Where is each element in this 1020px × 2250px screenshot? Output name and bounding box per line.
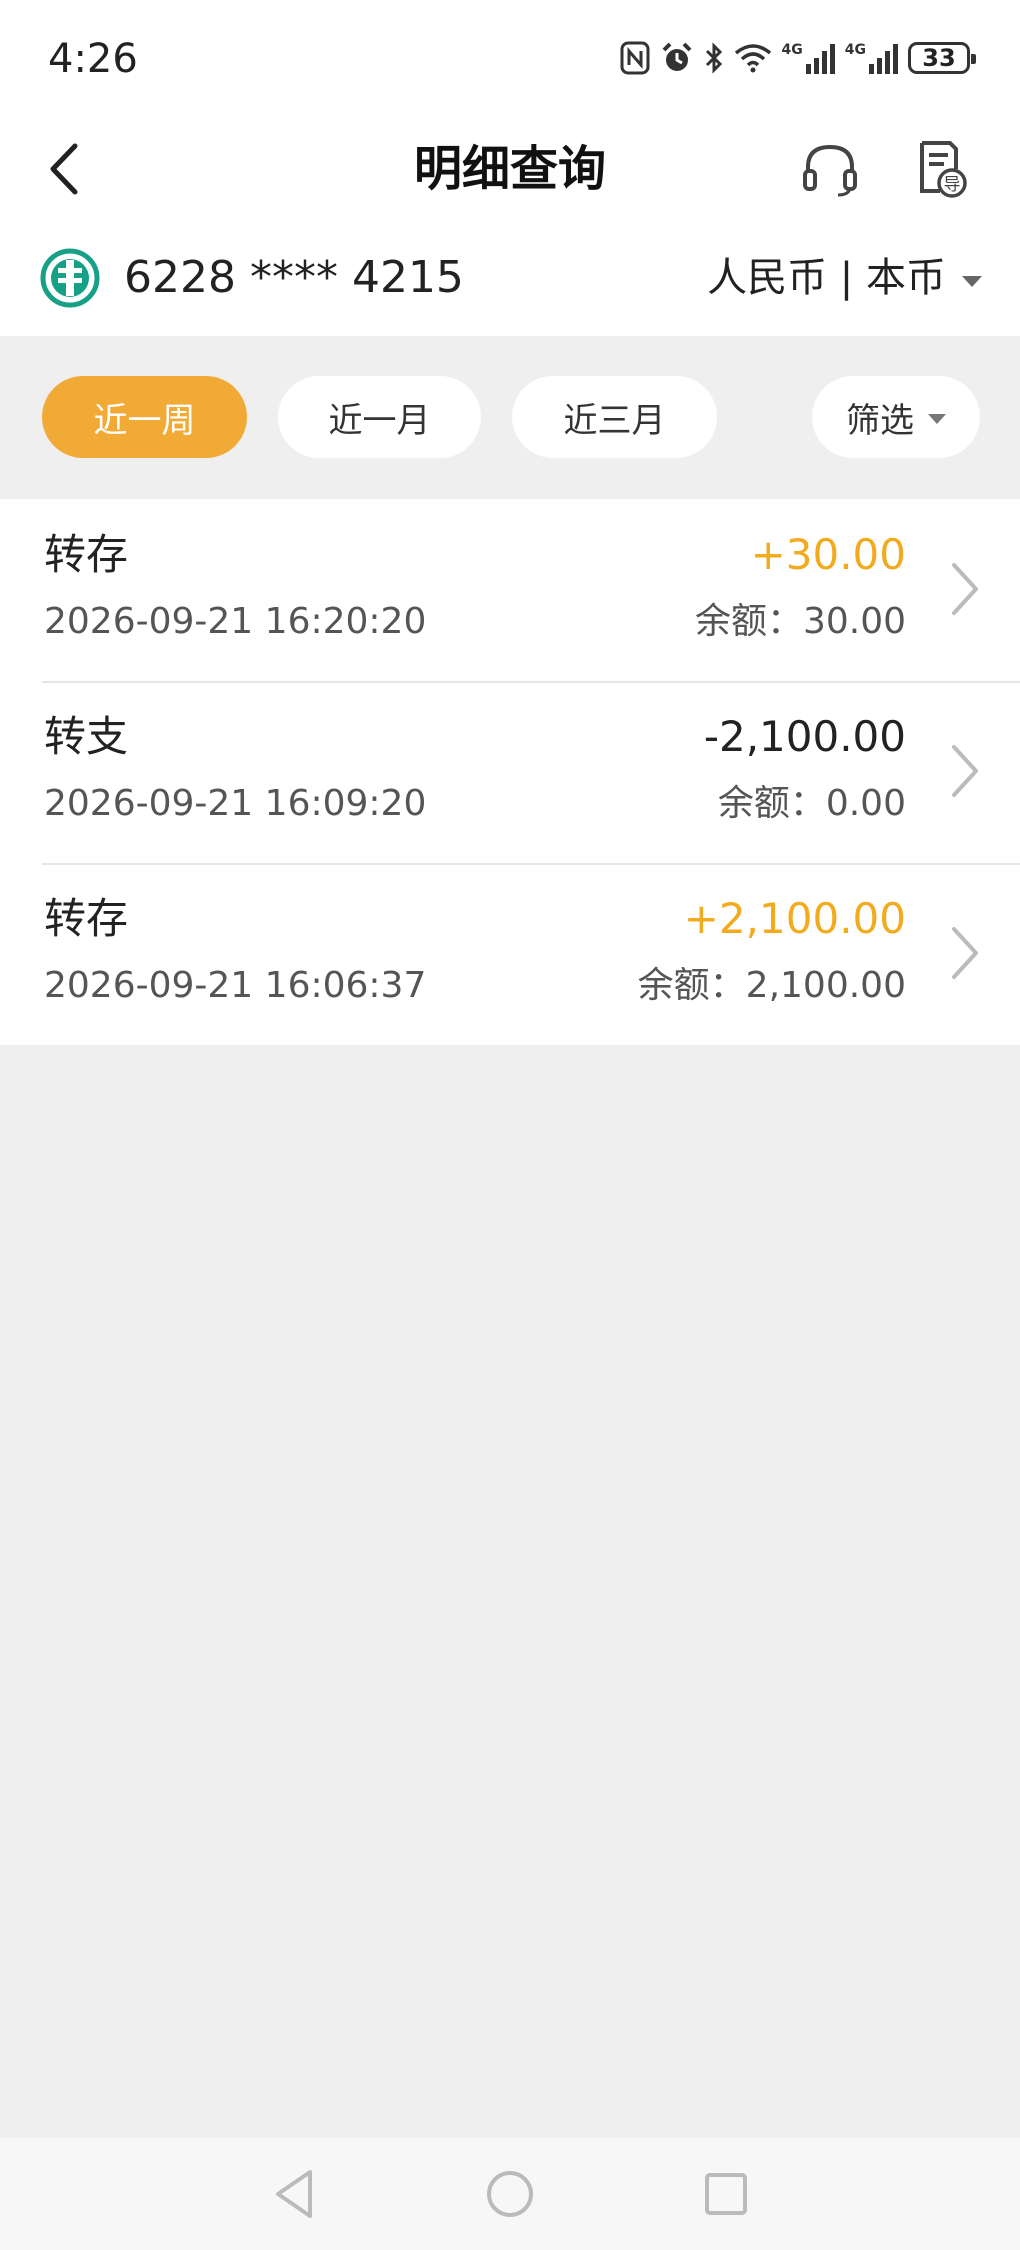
export-badge: 导 xyxy=(944,175,961,195)
customer-service-button[interactable] xyxy=(795,134,865,204)
nav-back-button[interactable] xyxy=(262,2162,326,2226)
caret-down-icon xyxy=(928,414,946,424)
signal-4g-icon: 4G xyxy=(782,42,835,74)
circle-home-icon xyxy=(487,2171,533,2217)
account-number: 6228 **** 4215 xyxy=(124,252,464,303)
filter-label: 筛选 xyxy=(846,400,914,441)
currency-label: 人民币 | 本币 xyxy=(707,255,946,301)
signal-4g-label: 4G xyxy=(844,42,866,58)
battery-icon: 33 xyxy=(908,42,976,74)
transaction-balance: 余额：30.00 xyxy=(694,601,906,642)
headset-icon xyxy=(803,144,857,197)
transaction-amount: -2,100.00 xyxy=(703,712,906,761)
filter-dropdown[interactable]: 筛选 xyxy=(812,376,980,458)
status-time: 4:26 xyxy=(48,36,138,82)
status-icons: 4G 4G 33 xyxy=(620,36,976,80)
transaction-row[interactable]: 转存 2026-09-21 16:20:20 +30.00 余额：30.00 xyxy=(0,499,1020,681)
account-row: 6228 **** 4215 人民币 | 本币 xyxy=(0,220,1020,336)
transaction-type: 转存 xyxy=(44,530,129,579)
transaction-amount: +30.00 xyxy=(750,530,906,579)
transaction-type: 转支 xyxy=(44,712,129,761)
bank-logo xyxy=(40,248,100,308)
triangle-back-icon xyxy=(276,2170,312,2218)
square-recent-icon xyxy=(705,2173,747,2215)
transaction-amount: +2,100.00 xyxy=(683,894,906,943)
filter-chip-month[interactable]: 近一月 xyxy=(278,376,481,458)
currency-select[interactable]: 人民币 | 本币 xyxy=(707,250,982,306)
caret-down-icon xyxy=(962,275,982,287)
signal-4g-icon: 4G xyxy=(845,42,898,74)
nfc-icon xyxy=(620,41,650,75)
chevron-right-icon xyxy=(952,563,978,615)
transaction-row[interactable]: 转存 2026-09-21 16:06:37 +2,100.00 余额：2,10… xyxy=(0,863,1020,1045)
bluetooth-icon xyxy=(705,42,722,74)
transaction-balance: 余额：0.00 xyxy=(717,783,906,824)
system-nav-bar xyxy=(0,2138,1020,2250)
filter-chip-week[interactable]: 近一周 xyxy=(42,376,247,458)
filter-bar: 近一周 近一月 近三月 筛选 xyxy=(0,336,1020,499)
signal-4g-label: 4G xyxy=(781,42,803,58)
transaction-time: 2026-09-21 16:06:37 xyxy=(44,965,427,1006)
nav-home-button[interactable] xyxy=(478,2162,542,2226)
transaction-list: 转存 2026-09-21 16:20:20 +30.00 余额：30.00 转… xyxy=(0,499,1020,1045)
header: 明细查询 导 xyxy=(0,120,1020,220)
transaction-time: 2026-09-21 16:20:20 xyxy=(44,601,427,642)
export-button[interactable]: 导 xyxy=(905,134,975,204)
page-title: 明细查询 xyxy=(413,141,606,197)
nav-recent-button[interactable] xyxy=(694,2162,758,2226)
wifi-icon xyxy=(734,44,771,73)
export-document-icon: 导 xyxy=(920,141,967,198)
battery-level: 33 xyxy=(922,44,956,72)
status-bar: 4:26 4G 4G 33 xyxy=(0,0,1020,120)
transaction-balance: 余额：2,100.00 xyxy=(637,965,906,1006)
transaction-type: 转存 xyxy=(44,894,129,943)
chevron-right-icon xyxy=(952,927,978,979)
chevron-right-icon xyxy=(952,745,978,797)
transaction-row[interactable]: 转支 2026-09-21 16:09:20 -2,100.00 余额：0.00 xyxy=(0,681,1020,863)
alarm-icon xyxy=(662,42,691,71)
filter-chip-three-months[interactable]: 近三月 xyxy=(512,376,717,458)
transaction-time: 2026-09-21 16:09:20 xyxy=(44,783,427,824)
